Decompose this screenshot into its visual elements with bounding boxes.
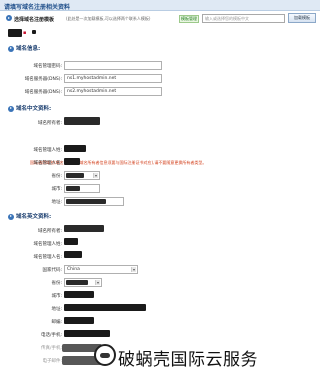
- redacted-block: [64, 251, 82, 258]
- template-note: (此处是一次加载模板,可以选择两个联系人模板): [66, 16, 151, 21]
- redacted-block: [64, 317, 94, 324]
- watermark-text: 破蜗壳国际云服务: [118, 350, 258, 370]
- redacted-block: [64, 304, 146, 311]
- redacted-block: [64, 158, 80, 165]
- redacted-block: [64, 330, 110, 337]
- redacted-block: [64, 291, 94, 298]
- redacted-block: [8, 29, 22, 37]
- field-label: 省份:: [51, 281, 62, 286]
- field-label: 地址:: [51, 200, 62, 205]
- chevron-down-icon: [93, 173, 98, 178]
- redacted-block: [66, 173, 84, 178]
- field-label: 域名所有者:: [37, 229, 62, 234]
- domain-info-heading: 域名信息:: [8, 44, 40, 52]
- dns2-input[interactable]: ns2.myhostadmin.net: [64, 87, 162, 96]
- field-label: 邮编:: [51, 320, 62, 325]
- template-manage-link[interactable]: 模板管理: [179, 15, 199, 23]
- en-contact-heading: 域名英文资料:: [8, 212, 51, 220]
- template-row: 选择域名注册模板 (此处是一次加载模板,可以选择两个联系人模板) 模板管理 输入…: [6, 13, 316, 25]
- field-label: 域名管理人姓:: [33, 242, 62, 247]
- field-label: 地址:: [51, 307, 62, 312]
- field-label: 域名管理人名:: [33, 255, 62, 260]
- redacted-block: [64, 117, 100, 125]
- arrow-bullet-icon: [8, 45, 14, 52]
- chevron-down-icon: [131, 267, 136, 272]
- field-label: 域名所有者:: [37, 121, 62, 126]
- field-label: 城市:: [51, 187, 62, 192]
- cn-contact-heading: 域名中文资料:: [8, 104, 51, 112]
- red-marker-icon: ▪: [23, 30, 27, 36]
- page-title: 请填写域名注册相关资料: [4, 4, 71, 11]
- field-label: 电话/手机:: [40, 333, 62, 338]
- chevron-down-icon: [95, 280, 100, 285]
- dns1-input[interactable]: ns1.myhostadmin.net: [64, 74, 162, 83]
- redacted-block: [32, 30, 36, 34]
- field-label: 域名管理人名:: [33, 161, 62, 166]
- template-select[interactable]: 输入或选择您的模板中文: [202, 14, 285, 23]
- arrow-bullet-icon: [6, 15, 12, 21]
- watermark-logo-icon: [94, 344, 116, 366]
- redacted-block: [66, 186, 80, 191]
- field-label: 域名管理密码:: [33, 64, 62, 69]
- page-header: 请填写域名注册相关资料: [0, 0, 320, 11]
- redacted-block: [64, 238, 78, 245]
- field-label: 域名服务器(DNS):: [24, 90, 62, 95]
- arrow-bullet-icon: [8, 213, 14, 220]
- field-label: 域名管理人姓:: [33, 148, 62, 153]
- redacted-block: [66, 280, 88, 285]
- field-label: 电子邮件:: [42, 359, 62, 364]
- template-label: 选择域名注册模板: [14, 17, 55, 23]
- field-label: 传真/手机:: [40, 346, 62, 351]
- field-label: 域名服务器(DNS):: [24, 77, 62, 82]
- arrow-bullet-icon: [8, 105, 14, 112]
- load-template-button[interactable]: 加载模板: [288, 13, 316, 23]
- field-label: 省份:: [51, 174, 62, 179]
- field-label: 城市:: [51, 294, 62, 299]
- field-label: 国家代码:: [42, 268, 62, 273]
- country-code-select[interactable]: China: [64, 265, 138, 274]
- redacted-block: [66, 199, 106, 204]
- domain-password-input[interactable]: [64, 61, 162, 70]
- redacted-block: [64, 225, 104, 232]
- country-value: China: [67, 267, 80, 272]
- redacted-block: [64, 145, 86, 152]
